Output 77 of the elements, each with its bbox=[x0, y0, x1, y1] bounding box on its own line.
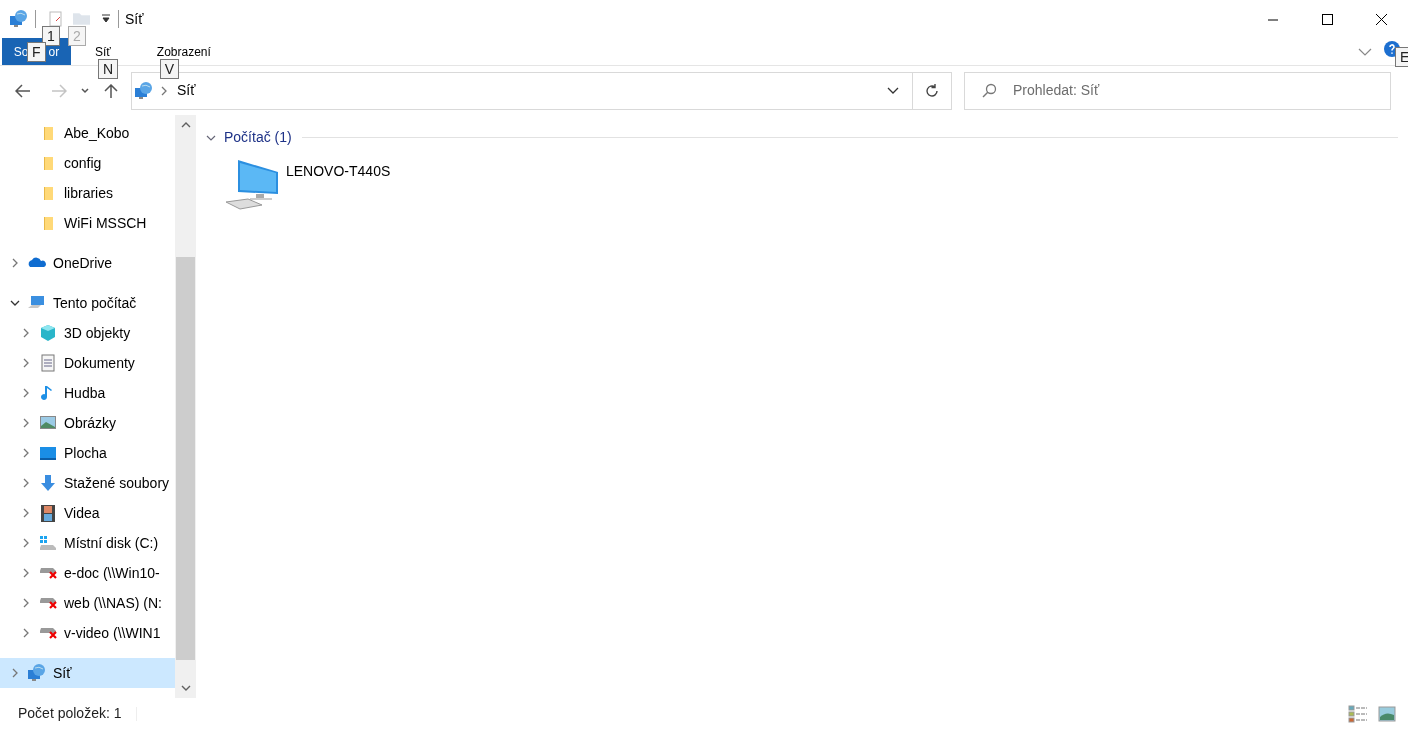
tree-item[interactable]: libraries bbox=[0, 178, 175, 208]
search-icon bbox=[981, 82, 997, 99]
cube-icon bbox=[38, 323, 58, 343]
chevron-right-icon[interactable] bbox=[22, 538, 30, 548]
chevron-right-icon bbox=[160, 85, 168, 96]
tree-item[interactable]: Stažené soubory bbox=[0, 468, 175, 498]
tree-item[interactable]: e-doc (\\Win10- bbox=[0, 558, 175, 588]
network-icon bbox=[9, 9, 29, 29]
drive-icon bbox=[38, 533, 58, 553]
tree-item[interactable]: Videa bbox=[0, 498, 175, 528]
tree-item[interactable]: Dokumenty bbox=[0, 348, 175, 378]
refresh-icon[interactable] bbox=[924, 82, 940, 99]
chevron-right-icon[interactable] bbox=[22, 328, 30, 338]
up-arrow-icon[interactable] bbox=[103, 83, 119, 98]
chevron-right-icon[interactable] bbox=[22, 388, 30, 398]
chevron-right-icon[interactable] bbox=[22, 508, 30, 518]
down-arrow-icon bbox=[38, 473, 58, 493]
keytip: N bbox=[98, 59, 119, 79]
keytip: V bbox=[159, 59, 180, 79]
tree-item[interactable]: Obrázky bbox=[0, 408, 175, 438]
dropdown-icon[interactable] bbox=[100, 14, 112, 24]
chevron-right-icon[interactable] bbox=[22, 628, 30, 638]
chevron-right-icon[interactable] bbox=[11, 668, 19, 678]
item-count: Počet položek: 1 bbox=[18, 704, 122, 723]
chevron-right-icon[interactable] bbox=[11, 258, 19, 268]
computer-icon bbox=[224, 158, 280, 210]
large-icons-view-icon[interactable] bbox=[1378, 705, 1396, 722]
disconnected-drive-icon bbox=[39, 567, 57, 579]
tree-item[interactable]: web (\\NAS) (N: bbox=[0, 588, 175, 618]
breadcrumb-link[interactable]: Síť bbox=[177, 80, 196, 101]
folder-icon bbox=[43, 186, 53, 200]
tree-item[interactable]: 3D objekty bbox=[0, 318, 175, 348]
keytip: F bbox=[27, 42, 46, 62]
tree-item[interactable]: Místní disk (C:) bbox=[0, 528, 175, 558]
keytip: 2 bbox=[68, 26, 86, 46]
ribbon-tab[interactable]: Síť bbox=[91, 42, 115, 61]
tree-item[interactable]: Síť bbox=[0, 658, 175, 688]
folder-icon bbox=[43, 126, 53, 140]
group-header[interactable]: Počítač (1) bbox=[224, 127, 292, 148]
chevron-down-icon[interactable] bbox=[10, 299, 20, 307]
scroll-down-icon[interactable] bbox=[180, 685, 191, 691]
chevron-down-icon[interactable] bbox=[206, 133, 216, 142]
film-icon bbox=[38, 503, 58, 523]
network-icon bbox=[134, 80, 154, 101]
chevron-right-icon[interactable] bbox=[22, 568, 30, 578]
details-view-icon[interactable] bbox=[1348, 704, 1368, 723]
tree-item[interactable]: WiFi MSSCH bbox=[0, 208, 175, 238]
keytip: 1 bbox=[42, 26, 60, 46]
chevron-right-icon[interactable] bbox=[22, 598, 30, 608]
close-icon[interactable] bbox=[1373, 11, 1389, 27]
window-title: Síť bbox=[125, 9, 144, 29]
tree-item[interactable]: v-video (\\WIN1 bbox=[0, 618, 175, 648]
dropdown-icon[interactable] bbox=[887, 86, 899, 95]
tree-item[interactable]: Abe_Kobo bbox=[0, 118, 175, 148]
item-label[interactable]: LENOVO-T440S bbox=[286, 161, 391, 182]
scroll-up-icon[interactable] bbox=[180, 122, 191, 128]
folder-icon bbox=[43, 216, 53, 230]
tree-item[interactable]: Tento počítač bbox=[0, 288, 175, 318]
ribbon-tab[interactable]: Zobrazení bbox=[152, 42, 215, 61]
network-icon bbox=[27, 663, 47, 683]
keytip: E bbox=[1395, 46, 1408, 67]
tree-item[interactable]: Hudba bbox=[0, 378, 175, 408]
chevron-right-icon[interactable] bbox=[22, 448, 30, 458]
chevron-right-icon[interactable] bbox=[22, 418, 30, 428]
maximize-icon[interactable] bbox=[1319, 11, 1335, 27]
disconnected-drive-icon bbox=[39, 597, 57, 609]
tree-item[interactable]: OneDrive bbox=[0, 248, 175, 278]
tree-item[interactable]: config bbox=[0, 148, 175, 178]
search-field[interactable]: Prohledat: Síť bbox=[964, 71, 1391, 110]
back-arrow-icon[interactable] bbox=[15, 83, 31, 98]
scrollbar[interactable] bbox=[175, 115, 196, 698]
disconnected-drive-icon bbox=[39, 627, 57, 639]
chevron-right-icon[interactable] bbox=[22, 478, 30, 488]
folder-icon bbox=[43, 156, 53, 170]
document-icon bbox=[38, 353, 58, 373]
chevron-right-icon[interactable] bbox=[22, 358, 30, 368]
tree-item[interactable]: Plocha bbox=[0, 438, 175, 468]
